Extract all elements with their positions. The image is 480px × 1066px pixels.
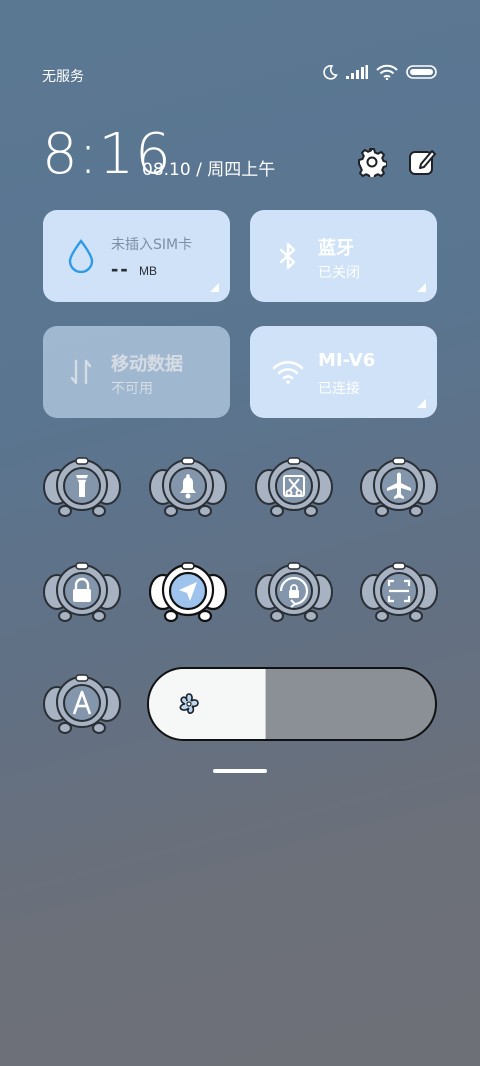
sim-status-label: 未插入SIM卡 <box>111 237 193 253</box>
carrier-text: 无服务 <box>42 69 84 85</box>
wifi-tile[interactable]: MI-V6 已连接 <box>250 326 437 418</box>
ringer-toggle[interactable] <box>149 455 227 519</box>
bluetooth-tile[interactable]: 蓝牙 已关闭 <box>250 210 437 302</box>
clock-date: 08.10 / 周四上午 <box>142 160 276 180</box>
edit-icon[interactable] <box>406 146 438 178</box>
water-drop-icon <box>65 239 97 273</box>
expand-corner-icon <box>417 399 426 408</box>
mobile-data-status: 不可用 <box>111 381 153 397</box>
clock-row: 8:16 08.10 / 周四上午 <box>42 122 438 187</box>
screenshot-toggle[interactable] <box>255 455 333 519</box>
bluetooth-title: 蓝牙 <box>318 238 354 259</box>
mobile-data-tile[interactable]: 移动数据 不可用 <box>43 326 230 418</box>
sim-data-tile[interactable]: 未插入SIM卡 -- MB <box>43 210 230 302</box>
airplane-toggle[interactable] <box>360 455 438 519</box>
location-toggle[interactable] <box>149 560 227 624</box>
rotation-lock-toggle[interactable] <box>255 560 333 624</box>
brightness-fill <box>149 669 267 739</box>
signal-icon <box>346 65 368 84</box>
wifi-icon <box>272 356 304 388</box>
mobile-data-title: 移动数据 <box>111 354 183 375</box>
flashlight-toggle[interactable] <box>43 455 121 519</box>
data-arrows-icon <box>65 356 97 388</box>
wifi-network-name: MI-V6 <box>318 350 376 371</box>
data-usage-value: -- <box>111 256 130 281</box>
scanner-toggle[interactable] <box>360 560 438 624</box>
bluetooth-status: 已关闭 <box>318 265 360 281</box>
battery-icon <box>406 64 438 85</box>
wifi-status-icon <box>376 64 398 85</box>
expand-corner-icon <box>210 283 219 292</box>
home-indicator[interactable] <box>213 769 267 773</box>
status-bar: 无服务 <box>42 64 438 88</box>
data-usage-unit: MB <box>139 264 157 278</box>
wifi-status: 已连接 <box>318 381 360 397</box>
status-icons <box>322 64 438 85</box>
header-actions <box>356 146 438 178</box>
expand-corner-icon <box>417 283 426 292</box>
settings-gear-icon[interactable] <box>356 146 388 178</box>
brightness-slider[interactable] <box>147 667 437 741</box>
bluetooth-icon <box>272 240 304 272</box>
auto-brightness-toggle[interactable] <box>43 672 121 736</box>
lock-toggle[interactable] <box>43 560 121 624</box>
sun-flower-icon <box>175 691 203 719</box>
moon-icon <box>322 64 338 85</box>
